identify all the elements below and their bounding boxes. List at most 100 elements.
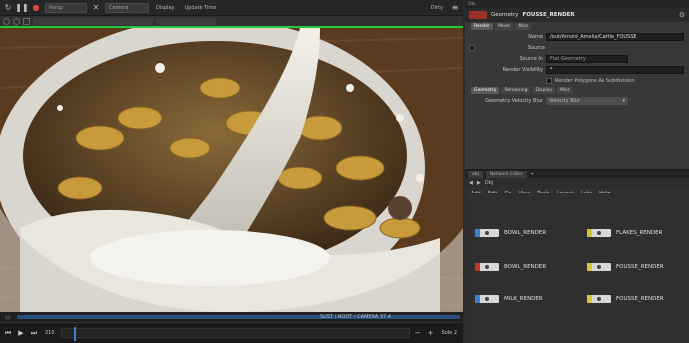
gear-icon[interactable]: ⚙ bbox=[679, 11, 685, 19]
node-label: FLAKES_RENDER bbox=[616, 230, 663, 236]
back-icon[interactable]: ◀ bbox=[469, 180, 473, 186]
zoom-in-icon[interactable]: + bbox=[426, 328, 436, 338]
right-panel: Obj Geometry FOUSSE_RENDER ⚙ Render Mixe… bbox=[465, 0, 689, 343]
node-body bbox=[475, 229, 499, 237]
tab-misc[interactable]: Misc bbox=[515, 23, 532, 30]
param-field-source-in[interactable]: Flat Geometry bbox=[546, 54, 628, 63]
node-body bbox=[475, 295, 499, 303]
display-label[interactable]: Display bbox=[153, 5, 177, 11]
network-tabs: obj Network Editor + bbox=[465, 169, 689, 178]
play-icon[interactable]: ▶ bbox=[16, 328, 26, 338]
houdini-window: ↻ ❚❚ ● Persp ✕ Camera Display Update Tim… bbox=[0, 0, 689, 343]
node-label: BOWL_RENDER bbox=[504, 230, 547, 236]
viewport-display-bar[interactable] bbox=[33, 17, 153, 25]
cereal-bowl-render bbox=[0, 28, 463, 312]
param-row-subdivision: Render Polygons As Subdivision bbox=[465, 75, 689, 86]
param-row-geo-velocity: Geometry Velocity Blur Velocity Blur ▾ bbox=[465, 95, 689, 106]
tab-rendering[interactable]: Rendering bbox=[501, 87, 531, 94]
step-back-icon[interactable]: ⏮ bbox=[3, 328, 13, 338]
network-canvas[interactable]: BOWL_RENDER FLAKES_RENDER BOWL_RENDER FO… bbox=[465, 193, 689, 343]
chevron-down-icon: ▾ bbox=[622, 97, 625, 104]
subdivision-checkbox[interactable] bbox=[546, 77, 552, 84]
network-path[interactable]: Obj bbox=[485, 180, 494, 186]
viewport-toolbar-secondary bbox=[0, 16, 463, 26]
zoom-out-icon[interactable]: − bbox=[413, 328, 423, 338]
forward-icon[interactable]: ▶ bbox=[477, 180, 481, 186]
node-bowl-render-2[interactable]: BOWL_RENDER bbox=[475, 263, 546, 271]
display-flag[interactable] bbox=[475, 295, 480, 303]
close-icon[interactable]: ✕ bbox=[91, 3, 101, 13]
node-milk-render[interactable]: MILK_RENDER bbox=[475, 295, 543, 303]
node-fousse-render-1[interactable]: FOUSSE_RENDER bbox=[587, 263, 664, 271]
node-flakes-render[interactable]: FLAKES_RENDER bbox=[587, 229, 662, 237]
tab-display[interactable]: Display bbox=[532, 87, 556, 94]
frame-icon[interactable] bbox=[23, 17, 30, 25]
node-icon bbox=[597, 297, 601, 301]
display-flag[interactable] bbox=[475, 229, 480, 237]
network-tab-obj[interactable]: obj bbox=[468, 170, 483, 178]
node-label: BOWL_RENDER bbox=[504, 264, 547, 270]
camera-menu[interactable]: Persp bbox=[45, 2, 87, 13]
render-label[interactable]: Update Time bbox=[181, 5, 219, 11]
param-field-name[interactable]: /out/Arnold_Amelia/Cattle_FOUSSE bbox=[546, 32, 684, 41]
camera-icon[interactable] bbox=[3, 17, 10, 25]
param-row-name: Name /out/Arnold_Amelia/Cattle_FOUSSE bbox=[465, 31, 689, 42]
shading-label[interactable]: Dirty bbox=[428, 5, 446, 11]
node-body bbox=[587, 229, 611, 237]
record-icon[interactable]: ● bbox=[31, 3, 41, 13]
tab-render[interactable]: Render bbox=[471, 23, 494, 30]
timeline-track[interactable] bbox=[60, 327, 410, 341]
parameter-editor: Render Mixer Misc Name /out/Arnold_Ameli… bbox=[465, 22, 689, 169]
param-label-name: Name bbox=[528, 33, 543, 40]
camera-status: SUST / ROOT / CAMERA 37.4 bbox=[320, 314, 391, 320]
param-label-geo-velocity: Geometry Velocity Blur bbox=[485, 97, 543, 104]
node-icon bbox=[597, 231, 601, 235]
light-icon[interactable] bbox=[13, 17, 20, 25]
param-row-render-visibility: Render Visibility * bbox=[465, 64, 689, 75]
node-fousse-render-2[interactable]: FOUSSE_RENDER bbox=[587, 295, 664, 303]
node-label: FOUSSE_RENDER bbox=[616, 296, 664, 302]
param-field-render-visibility[interactable]: * bbox=[546, 65, 684, 74]
node-bowl-render-1[interactable]: BOWL_RENDER bbox=[475, 229, 546, 237]
param-subtabs-2: Geometry Rendering Display Misc bbox=[465, 86, 689, 95]
geo-velocity-value: Velocity Blur bbox=[549, 97, 581, 104]
param-label-source: Source bbox=[527, 44, 545, 51]
view-menu[interactable]: Camera bbox=[105, 2, 149, 13]
viewport-options-bar[interactable] bbox=[156, 17, 216, 25]
display-flag[interactable] bbox=[587, 229, 592, 237]
node-icon bbox=[485, 265, 489, 269]
node-body bbox=[475, 263, 499, 271]
frame-range-bar[interactable] bbox=[17, 315, 460, 319]
node-type-label: Geometry bbox=[491, 12, 519, 18]
param-row-source-in: Source In Flat Geometry bbox=[465, 53, 689, 64]
network-path-bar: ◀ ▶ Obj bbox=[465, 178, 689, 188]
geo-velocity-dropdown[interactable]: Velocity Blur ▾ bbox=[546, 96, 628, 105]
display-flag[interactable] bbox=[475, 263, 480, 271]
param-tab-obj[interactable]: Obj bbox=[468, 2, 476, 7]
viewport-toolbar: ↻ ❚❚ ● Persp ✕ Camera Display Update Tim… bbox=[0, 0, 463, 16]
viewport-render[interactable] bbox=[0, 28, 463, 312]
node-icon bbox=[597, 265, 601, 269]
tab-mixer[interactable]: Mixer bbox=[495, 23, 514, 30]
geometry-node-icon bbox=[469, 11, 487, 19]
play-mode-label[interactable]: Solo 2 bbox=[439, 330, 460, 336]
subdivision-label: Render Polygons As Subdivision bbox=[555, 77, 635, 84]
current-frame[interactable]: 210 bbox=[42, 330, 58, 336]
display-flag[interactable] bbox=[587, 263, 592, 271]
playhead[interactable] bbox=[73, 327, 76, 341]
menu-icon[interactable]: ≡ bbox=[450, 3, 460, 13]
tab-misc-2[interactable]: Misc bbox=[557, 87, 573, 94]
tab-geometry[interactable]: Geometry bbox=[471, 87, 500, 94]
step-forward-icon[interactable]: ⏭ bbox=[29, 328, 39, 338]
network-tab-editor[interactable]: Network Editor bbox=[485, 170, 528, 178]
node-icon bbox=[485, 297, 489, 301]
node-icon bbox=[485, 231, 489, 235]
add-tab-icon[interactable]: + bbox=[530, 172, 534, 177]
param-label-render-visibility: Render Visibility bbox=[502, 66, 543, 73]
refresh-icon[interactable]: ↻ bbox=[3, 3, 13, 13]
pause-icon[interactable]: ❚❚ bbox=[15, 3, 28, 13]
node-name-label[interactable]: FOUSSE_RENDER bbox=[522, 12, 574, 18]
display-flag[interactable] bbox=[587, 295, 592, 303]
source-checkbox[interactable] bbox=[469, 44, 475, 51]
timeline-toggle-icon[interactable]: ▭ bbox=[3, 312, 13, 322]
